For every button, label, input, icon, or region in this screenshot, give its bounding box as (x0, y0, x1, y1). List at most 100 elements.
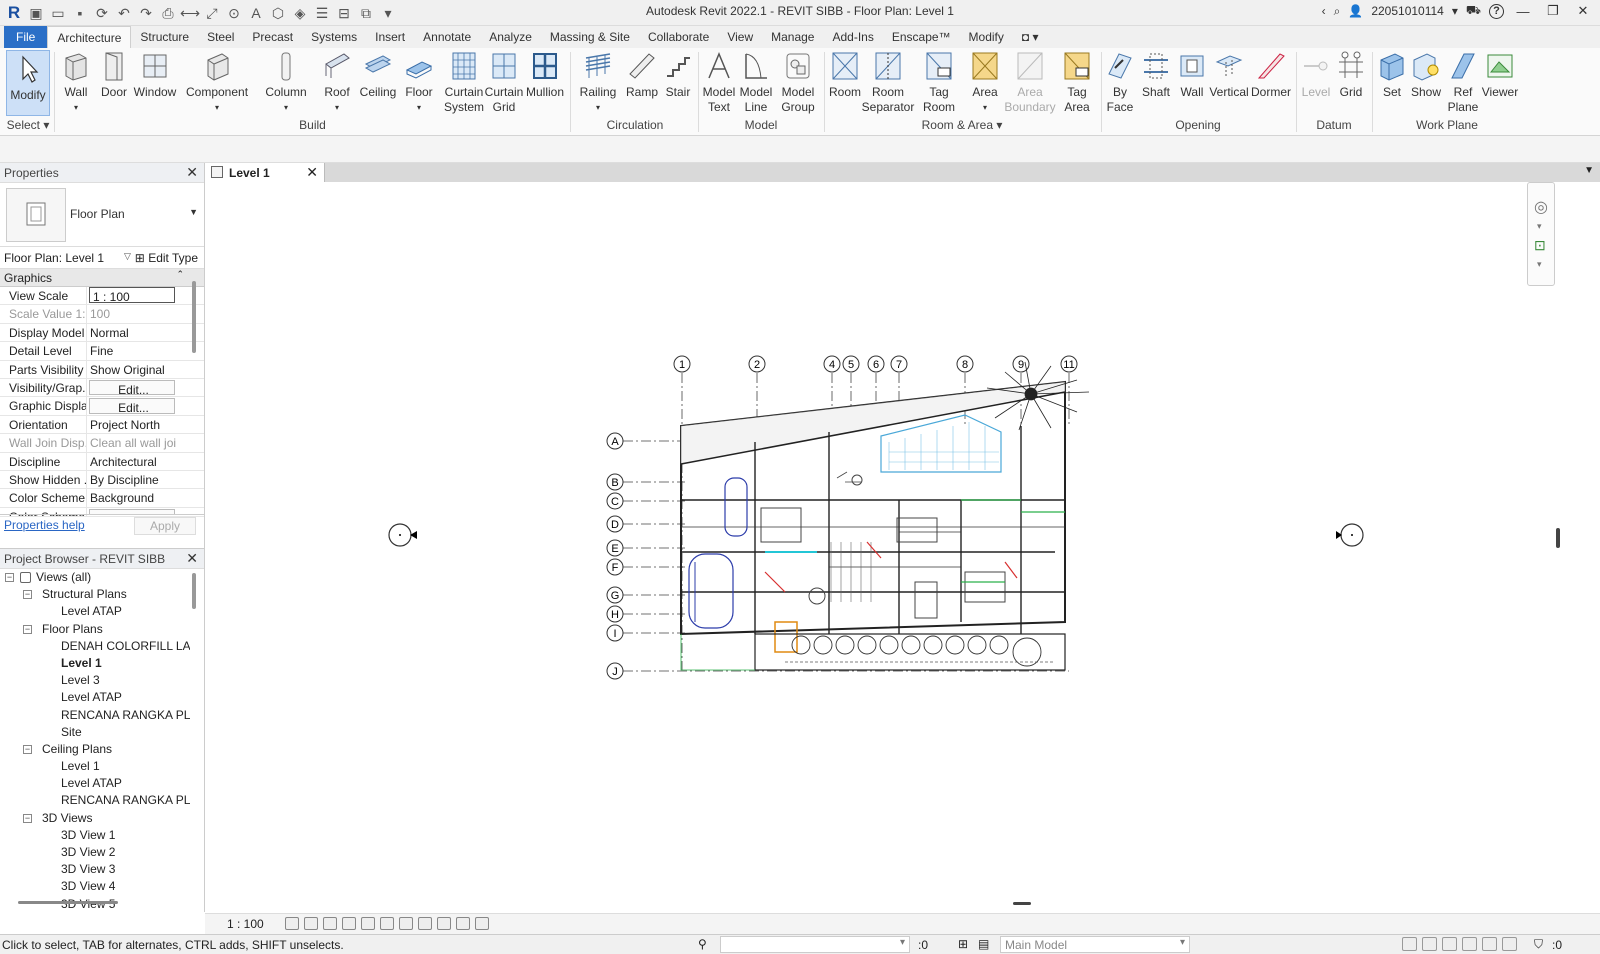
3d-view-icon[interactable]: ⬡ (268, 3, 288, 23)
tab-collaborate[interactable]: Collaborate (639, 26, 718, 48)
show-workplane-button[interactable]: Show (1408, 50, 1444, 100)
browser-node[interactable]: 3D View 4 (0, 878, 190, 895)
instance-dropdown-icon[interactable]: ▽ (124, 251, 131, 262)
editing-requests-count[interactable]: :0 (918, 938, 928, 952)
cart-icon[interactable]: ⛟ (1466, 3, 1481, 19)
tab-massing-site[interactable]: Massing & Site (541, 26, 639, 48)
browser-node[interactable]: − Ceiling Plans (0, 741, 190, 758)
viewer-button[interactable]: Viewer (1480, 50, 1520, 100)
minimize-button[interactable]: — (1512, 4, 1534, 19)
browser-node[interactable]: 3D View 5 (0, 896, 190, 913)
apply-button[interactable]: Apply (134, 517, 196, 535)
save-icon[interactable]: ▪ (70, 3, 90, 23)
wall-opening-button[interactable]: Wall (1176, 50, 1208, 100)
collapse-group-icon[interactable]: ⌃ (176, 269, 184, 280)
instance-filter-select[interactable]: Floor Plan: Level 1 (4, 251, 134, 265)
elevation-marker-east[interactable] (1336, 523, 1364, 547)
customize-qat-icon[interactable]: ▾ (378, 3, 398, 23)
wall-button[interactable]: Wall ▾ (62, 50, 90, 115)
tab-view[interactable]: View (718, 26, 762, 48)
ref-plane-button[interactable]: Ref Plane (1446, 50, 1480, 115)
user-icon[interactable]: 👤 (1348, 4, 1363, 18)
drag-elements-icon[interactable] (1482, 937, 1497, 951)
tab-steel[interactable]: Steel (198, 26, 243, 48)
show-crop-icon[interactable] (399, 917, 413, 930)
modify-button[interactable]: Modify (6, 50, 50, 116)
tab-add-ins[interactable]: Add-Ins (823, 26, 882, 48)
view-tabs-menu-icon[interactable]: ▼ (1584, 165, 1594, 176)
by-face-button[interactable]: By Face (1105, 50, 1135, 115)
close-window-button[interactable]: ✕ (1572, 3, 1594, 19)
model-group-button[interactable]: Model Group (778, 50, 818, 115)
type-selector[interactable]: Floor Plan ▼ (0, 183, 204, 247)
browser-node[interactable]: Level ATAP (0, 775, 190, 792)
browser-node[interactable]: 3D View 2 (0, 844, 190, 861)
tab-file[interactable]: File (4, 26, 48, 48)
close-view-tab-icon[interactable]: ✕ (306, 164, 318, 181)
browser-node[interactable]: Level 1 (0, 758, 190, 775)
browser-node[interactable]: − Structural Plans (0, 586, 190, 603)
model-text-button[interactable]: Model Text (702, 50, 736, 115)
tab-systems[interactable]: Systems (302, 26, 366, 48)
restore-button[interactable]: ❐ (1542, 3, 1564, 19)
worksharing-icon[interactable] (456, 917, 470, 930)
text-icon[interactable]: A (246, 3, 266, 23)
elevation-marker-west[interactable] (388, 523, 417, 547)
tab-annotate[interactable]: Annotate (414, 26, 480, 48)
view-scale-input[interactable]: 1 : 100 (89, 287, 175, 304)
curtain-grid-button[interactable]: Curtain Grid (485, 50, 523, 115)
tab-precast[interactable]: Precast (243, 26, 302, 48)
select-by-face-icon[interactable] (1462, 937, 1477, 951)
revit-logo-icon[interactable]: R (4, 3, 24, 23)
properties-scrollbar[interactable] (192, 281, 196, 353)
browser-node[interactable]: Level ATAP (0, 603, 190, 620)
background-process-icon[interactable] (1502, 937, 1517, 951)
tree-toggle-icon[interactable]: − (23, 590, 32, 600)
browser-hscrollbar[interactable] (18, 901, 118, 904)
browser-node[interactable]: Level ATAP (0, 689, 190, 706)
graphic-display-edit-button[interactable]: Edit... (89, 398, 175, 414)
browser-node[interactable]: Level 1 (0, 655, 190, 672)
section-icon[interactable]: ◈ (290, 3, 310, 23)
tab-analyze[interactable]: Analyze (480, 26, 541, 48)
ribbon-display-toggle[interactable]: ◘ ▾ (1013, 26, 1048, 48)
design-options-icon[interactable]: ⊞ (958, 937, 968, 951)
tab-modify[interactable]: Modify (960, 26, 1013, 48)
shadows-icon[interactable] (342, 917, 356, 930)
thin-lines-icon[interactable]: ☰ (312, 3, 332, 23)
exclude-options-icon[interactable]: ▤ (978, 937, 989, 951)
help-icon[interactable]: ? (1489, 3, 1504, 19)
room-area-panel-label[interactable]: Room & Area ▾ (826, 118, 1098, 132)
room-button[interactable]: Room (829, 50, 861, 100)
curtain-system-button[interactable]: Curtain System (443, 50, 485, 115)
browser-node[interactable]: − Views (all) (0, 569, 190, 586)
tab-insert[interactable]: Insert (366, 26, 414, 48)
railing-button[interactable]: Railing ▾ (578, 50, 618, 115)
visual-style-icon[interactable] (304, 917, 318, 930)
zoom-region-icon[interactable]: ⊡ (1534, 237, 1546, 254)
close-properties-icon[interactable]: ✕ (186, 164, 198, 181)
zoom-dropdown-icon[interactable]: ▾ (1537, 259, 1542, 270)
tab-architecture[interactable]: Architecture (47, 26, 132, 48)
browser-node[interactable]: DENAH COLORFILL LANT (0, 638, 190, 655)
tab-structure[interactable]: Structure (131, 26, 198, 48)
tree-toggle-icon[interactable]: − (23, 744, 32, 754)
select-links-icon[interactable] (1402, 937, 1417, 951)
tree-toggle-icon[interactable]: − (23, 624, 32, 634)
canvas-hscrollbar[interactable] (1013, 902, 1031, 905)
user-dropdown-icon[interactable]: ▾ (1452, 4, 1458, 18)
view-tab-level-1[interactable]: Level 1 ✕ (205, 163, 325, 182)
browser-node[interactable]: RENCANA RANGKA PLAF (0, 707, 190, 724)
building-plan[interactable] (680, 361, 1090, 671)
steering-wheel-icon[interactable]: ◎ (1534, 197, 1548, 217)
visibility-edit-button[interactable]: Edit... (89, 379, 175, 396)
search-arrow-icon[interactable]: ‹ (1322, 4, 1326, 18)
view-scale-button[interactable]: 1 : 100 (227, 917, 264, 931)
model-line-button[interactable]: Model Line (738, 50, 774, 115)
drawing-canvas[interactable]: 1 2 4 5 6 7 8 9 11 ABCDEFGHIJ ◎ ▾ ⊡ ▾ (205, 182, 1600, 913)
sync-icon[interactable]: ⟳ (92, 3, 112, 23)
floor-button[interactable]: Floor ▾ (403, 50, 435, 115)
tag-area-button[interactable]: Tag Area (1058, 50, 1096, 115)
column-button[interactable]: Column ▾ (265, 50, 307, 115)
level-button[interactable]: Level (1300, 50, 1332, 100)
